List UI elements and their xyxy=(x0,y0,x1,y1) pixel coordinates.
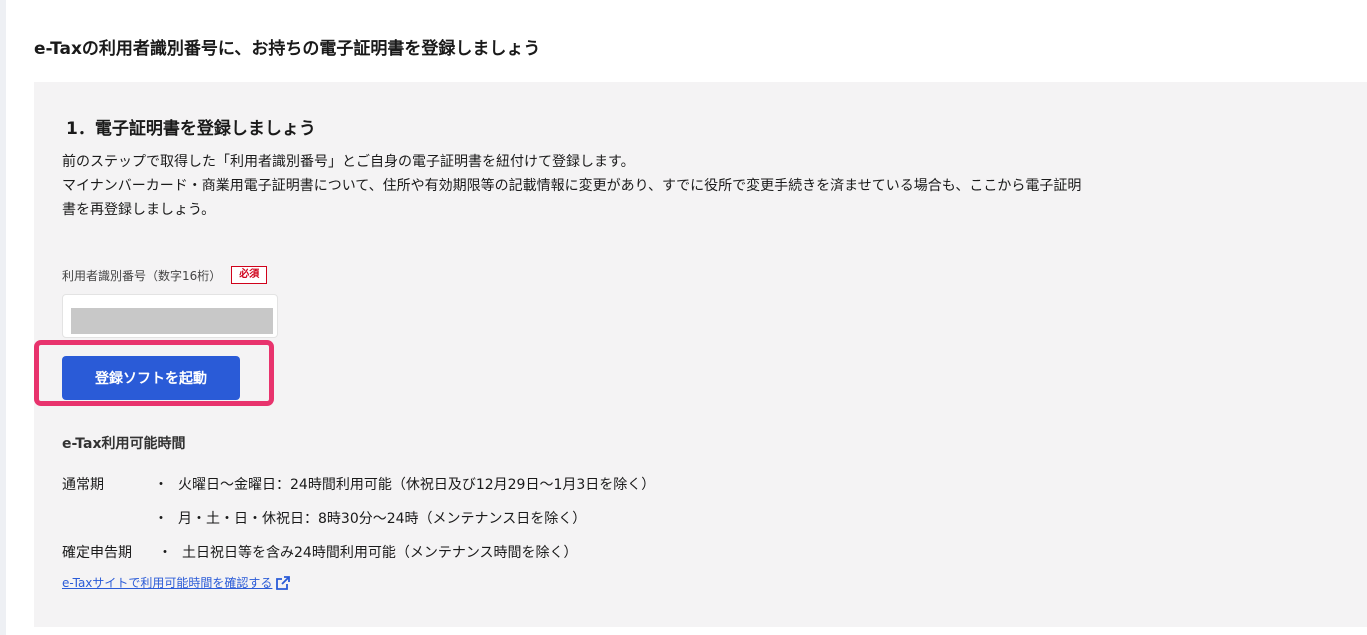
step-title: 1．電子証明書を登録しましょう xyxy=(66,119,316,139)
bullet: ・ xyxy=(154,511,168,527)
hours-text: 土日祝日等を含み24時間利用可能（メンテナンス時間を除く） xyxy=(182,545,578,561)
hours-period: 確定申告期 xyxy=(62,545,132,561)
required-badge: 必須 xyxy=(231,266,268,284)
bullet: ・ xyxy=(158,545,172,561)
id-field-label: 利用者識別番号（数字16桁） xyxy=(62,268,222,283)
hours-link-label: e-Taxサイトで利用可能時間を確認する xyxy=(62,576,273,590)
page-heading: e-Taxの利用者識別番号に、お持ちの電子証明書を登録しましょう xyxy=(34,39,541,59)
hours-text: 火曜日～金曜日：24時間利用可能（休祝日及び12月29日～1月3日を除く） xyxy=(178,477,656,493)
hours-period: 通常期 xyxy=(62,477,104,493)
description-line: マイナンバーカード・商業用電子証明書について、住所や有効期限等の記載情報に変更が… xyxy=(62,178,1082,194)
hours-table: 通常期 ・ 火曜日～金曜日：24時間利用可能（休祝日及び12月29日～1月3日を… xyxy=(62,467,655,569)
step-description: 前のステップで取得した「利用者識別番号」とご自身の電子証明書を紐付けて登録します… xyxy=(62,150,1337,222)
left-edge-strip xyxy=(0,0,6,635)
external-link-icon xyxy=(276,575,291,590)
hours-row: ・ 月・土・日・休祝日：8時30分～24時（メンテナンス日を除く） xyxy=(62,501,655,535)
description-line: 書を再登録しましょう。 xyxy=(62,202,216,218)
hours-row: 通常期 ・ 火曜日～金曜日：24時間利用可能（休祝日及び12月29日～1月3日を… xyxy=(62,467,655,501)
launch-registration-software-button[interactable]: 登録ソフトを起動 xyxy=(62,356,240,400)
redacted-id-value xyxy=(71,308,273,334)
hours-title: e-Tax利用可能時間 xyxy=(62,436,186,452)
id-field-label-row: 利用者識別番号（数字16桁） 必須 xyxy=(62,266,268,284)
registration-panel: 1．電子証明書を登録しましょう 前のステップで取得した「利用者識別番号」とご自身… xyxy=(34,82,1367,627)
hours-check-link[interactable]: e-Taxサイトで利用可能時間を確認する xyxy=(62,574,291,591)
description-line: 前のステップで取得した「利用者識別番号」とご自身の電子証明書を紐付けて登録します… xyxy=(62,154,635,170)
bullet: ・ xyxy=(154,477,168,493)
hours-text: 月・土・日・休祝日：8時30分～24時（メンテナンス日を除く） xyxy=(178,511,587,527)
user-id-input[interactable] xyxy=(62,294,278,338)
hours-row: 確定申告期 ・ 土日祝日等を含み24時間利用可能（メンテナンス時間を除く） xyxy=(62,535,655,569)
